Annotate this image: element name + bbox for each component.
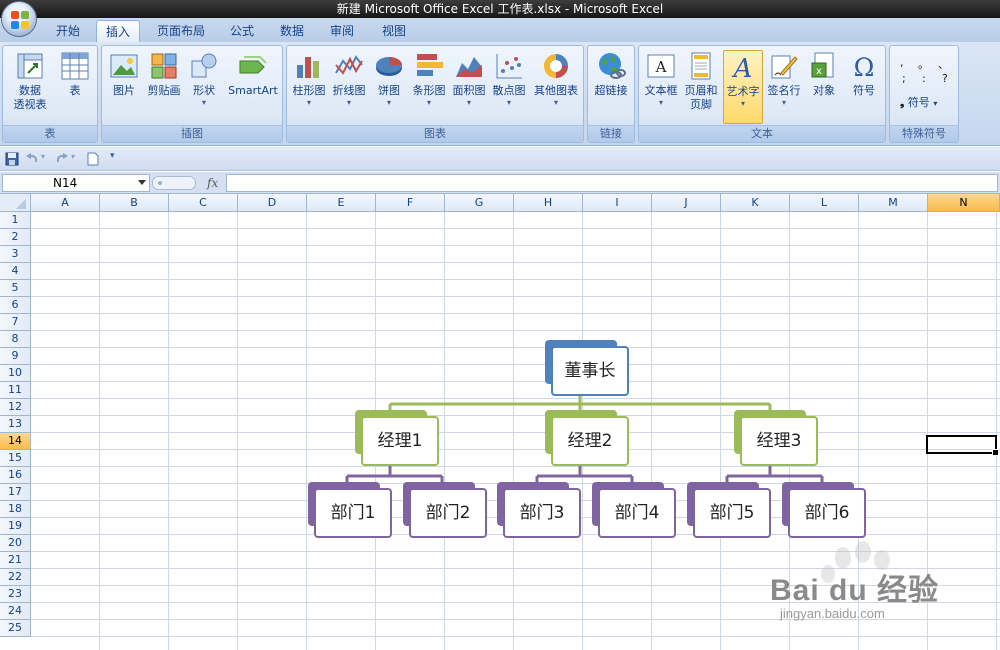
org-node-department-4-text: 部门4 bbox=[598, 488, 676, 538]
org-node-department-6-text: 部门6 bbox=[788, 488, 866, 538]
org-node-department-5-text: 部门5 bbox=[693, 488, 771, 538]
watermark-brand: Bai du 经验 bbox=[770, 574, 940, 607]
watermark-url: jingyan.baidu.com bbox=[780, 606, 885, 621]
org-node-chairman-text: 董事长 bbox=[551, 346, 629, 396]
org-node-manager-3[interactable]: 经理3 bbox=[734, 410, 818, 466]
org-node-department-1[interactable]: 部门1 bbox=[308, 482, 392, 538]
office-button[interactable] bbox=[1, 1, 37, 37]
org-node-department-2[interactable]: 部门2 bbox=[403, 482, 487, 538]
office-logo-icon bbox=[11, 11, 29, 29]
org-node-department-1-text: 部门1 bbox=[314, 488, 392, 538]
org-node-department-2-text: 部门2 bbox=[409, 488, 487, 538]
org-node-manager-1-text: 经理1 bbox=[361, 416, 439, 466]
org-node-manager-2[interactable]: 经理2 bbox=[545, 410, 629, 466]
org-node-department-5[interactable]: 部门5 bbox=[687, 482, 771, 538]
org-node-department-6[interactable]: 部门6 bbox=[782, 482, 866, 538]
org-node-department-3-text: 部门3 bbox=[503, 488, 581, 538]
org-node-manager-3-text: 经理3 bbox=[740, 416, 818, 466]
org-node-manager-1[interactable]: 经理1 bbox=[355, 410, 439, 466]
org-node-chairman[interactable]: 董事长 bbox=[545, 340, 629, 396]
org-node-department-3[interactable]: 部门3 bbox=[497, 482, 581, 538]
org-node-manager-2-text: 经理2 bbox=[551, 416, 629, 466]
org-node-department-4[interactable]: 部门4 bbox=[592, 482, 676, 538]
